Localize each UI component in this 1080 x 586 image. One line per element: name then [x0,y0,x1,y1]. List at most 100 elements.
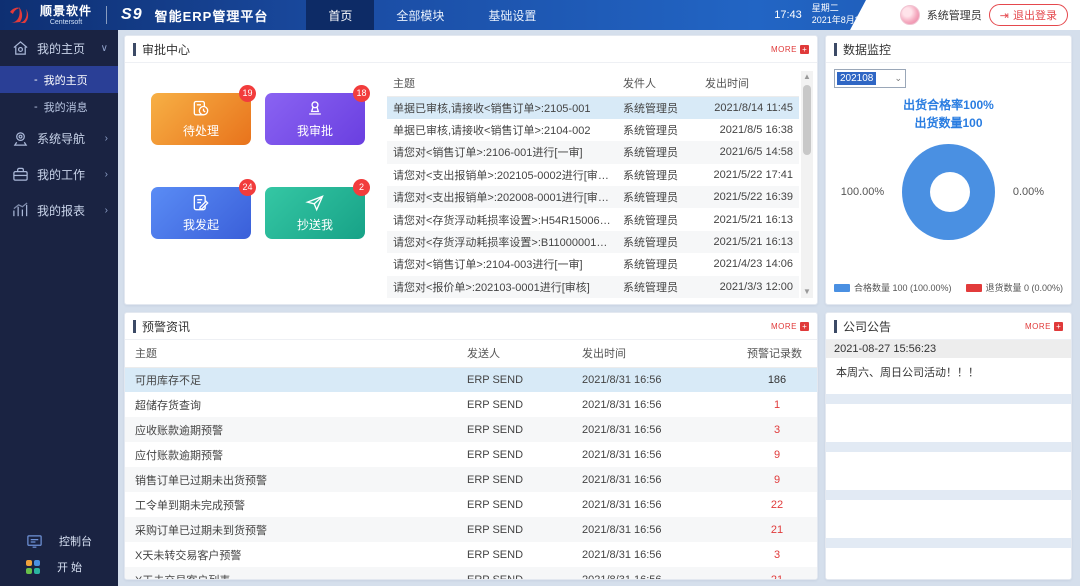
alert-row[interactable]: X天未交易客户列表 ERP SEND 2021/8/31 16:56 21 [125,567,817,579]
user-name: 系统管理员 [926,10,982,22]
approval-row[interactable]: 请您对<销售订单>:2106-001进行[一审] 系统管理员 2021/6/5 … [387,141,799,164]
product-name: 智能ERP管理平台 [154,8,269,24]
approval-row[interactable]: 请您对<销售订单>:2104-003进行[一审] 系统管理员 2021/4/23… [387,253,799,275]
return-qty-swatch [965,283,982,292]
approval-row[interactable]: 请您对<存货浮动耗损率设置>:B11000001进行[审核] 系统管理员 202… [387,230,799,254]
sidebar-subitem-my-home[interactable]: - 我的主页 [0,66,118,93]
more-icon: + [1054,321,1063,331]
period-select[interactable]: 202108 ⌄ [834,69,906,88]
scroll-up-icon[interactable]: ▲ [803,71,811,83]
scroll-thumb[interactable] [803,85,811,155]
return-qty-legend: 退货数量 0 (0.00%) [985,283,1064,293]
sidebar-subitem-my-messages[interactable]: - 我的消息 [0,93,118,120]
announcement-placeholder [826,490,1071,534]
console-icon [27,534,42,548]
sidebar: 我的主页 ∨ - 我的主页 - 我的消息 系统导航 › 我的工作 › 我的报表 … [0,30,118,586]
user-avatar[interactable] [899,5,920,25]
home-icon [13,40,28,55]
more-icon: + [800,44,809,54]
tile-cc-to-me[interactable]: 2 抄送我 [265,179,370,239]
approval-row[interactable]: 请您对<存货浮动耗损率设置>:H54R15006002进行[审核] 系统管理员 … [387,208,799,230]
alerts-table: 主题 发送人 发出时间 预警记录数 可用库存不足 ERP SEND 2021/8… [125,340,817,579]
approval-table-scrollbar[interactable]: ▲ ▼ [801,71,813,298]
phoenix-logo-icon [10,7,29,23]
pending-count-badge: 19 [239,85,256,102]
approval-more-button[interactable]: MORE + [771,44,809,54]
approval-center-panel: 审批中心 MORE + 19 待处理 18 我审批 24 我发起 2 抄送我 主… [124,35,818,305]
weekday: 星期二 [811,3,839,14]
app-header: 顺景软件 Centersoft S9 智能ERP管理平台 首页 全部模块 基础设… [0,0,1080,30]
approval-table-header: 主题 发件人 发出时间 [387,71,799,97]
tile-my-approvals[interactable]: 18 我审批 [265,85,370,145]
approval-row[interactable]: 单据已审核,请接收<销售订单>:2104-002 系统管理员 2021/8/5 … [387,119,799,141]
edit-doc-icon [193,194,209,211]
alert-row[interactable]: 应付账款逾期预警 ERP SEND 2021/8/31 16:56 9 [125,442,817,467]
more-icon: + [800,321,809,331]
report-icon [13,201,28,216]
cc-count-badge: 2 [353,179,370,196]
announcement-datetime: 2021-08-27 15:56:23 [826,340,1071,358]
title-accent-bar [834,319,837,333]
pass-rate-text: 出货合格率100% [903,98,994,112]
announcement-placeholder [826,538,1071,579]
clock: 17:43 [774,9,802,21]
nav-all-modules[interactable]: 全部模块 [374,0,466,30]
sidebar-item-my-reports[interactable]: 我的报表 › [0,192,118,228]
ship-qty-text: 出货数量100 [914,116,983,130]
brand-subname: Centersoft [49,18,83,26]
navigation-icon [13,131,28,146]
chevron-down-icon: ∨ [100,42,108,54]
data-monitor-panel: 数据监控 202108 ⌄ 出货合格率100% 出货数量100 100.00% … [825,35,1072,305]
approval-row[interactable]: 请您对<支出报销单>:202008-0001进行[审核] 系统管理员 2021/… [387,186,799,209]
alerts-panel: 预警资讯 MORE + 主题 发送人 发出时间 预警记录数 可用库存不足 ERP… [124,312,818,580]
alerts-more-button[interactable]: MORE + [771,321,809,331]
alert-row[interactable]: X天未转交易客户预警 ERP SEND 2021/8/31 16:56 3 [125,542,817,567]
approval-row[interactable]: 请您对<支出报销单>:202105-0002进行[审核] 系统管理员 2021/… [387,164,799,186]
title-accent-bar [133,42,136,56]
logo-divider [106,6,108,24]
chevron-right-icon: › [104,132,108,144]
announcement-item[interactable]: 2021-08-27 15:56:23 本周六、周日公司活动！！！ [826,340,1071,390]
pending-doc-icon [193,100,209,116]
approval-row[interactable]: 单据已审核,请接收<销售订单>:2105-001 系统管理员 2021/8/14… [387,96,799,119]
sidebar-item-system-nav[interactable]: 系统导航 › [0,120,118,156]
announcement-placeholder [826,394,1071,438]
alert-row[interactable]: 工令单到期未完成预警 ERP SEND 2021/8/31 16:56 22 [125,492,817,517]
nav-home[interactable]: 首页 [306,0,375,30]
start-button[interactable]: 开 始 [0,554,118,580]
donut-legend: 合格数量 100 (100.00%) 退货数量 0 (0.00%) [826,281,1071,294]
sidebar-item-my-work[interactable]: 我的工作 › [0,156,118,192]
alert-row[interactable]: 销售订单已过期未出货预警 ERP SEND 2021/8/31 16:56 9 [125,467,817,492]
alert-row[interactable]: 应收账款逾期预警 ERP SEND 2021/8/31 16:56 3 [125,417,817,442]
title-accent-bar [834,42,837,56]
logout-button[interactable]: ⇥ 退出登录 [988,4,1068,26]
alerts-table-header: 主题 发送人 发出时间 预警记录数 [125,340,817,368]
console-button[interactable]: 控制台 [0,528,118,554]
nav-basic-settings[interactable]: 基础设置 [466,0,558,30]
logout-icon: ⇥ [999,9,1009,22]
tile-pending[interactable]: 19 待处理 [151,85,256,145]
approval-center-title: 审批中心 [142,42,191,57]
chevron-down-icon: ⌄ [894,73,902,83]
start-icon [26,559,41,575]
initiated-count-badge: 24 [239,179,256,196]
announcements-panel: 公司公告 MORE + 2021-08-27 15:56:23 本周六、周日公司… [825,312,1072,580]
title-accent-bar [133,319,136,333]
announcements-more-button[interactable]: MORE + [1025,321,1063,331]
chevron-right-icon: › [104,168,108,180]
sidebar-item-my-home[interactable]: 我的主页 ∨ [0,30,118,66]
scroll-down-icon[interactable]: ▼ [803,286,811,298]
alert-row[interactable]: 采购订单已过期未到货预警 ERP SEND 2021/8/31 16:56 21 [125,517,817,542]
brand-logo: 顺景软件 Centersoft S9 智能ERP管理平台 [0,3,268,27]
data-monitor-title: 数据监控 [843,42,892,57]
approval-row[interactable]: 请您对<报价单>:202103-0001进行[审核] 系统管理员 2021/3/… [387,275,799,298]
announcements-title: 公司公告 [843,319,892,334]
alert-row[interactable]: 超储存货查询 ERP SEND 2021/8/31 16:56 1 [125,392,817,417]
alert-row[interactable]: 可用库存不足 ERP SEND 2021/8/31 16:56 186 [125,367,817,392]
stamp-icon [309,101,321,115]
alerts-title: 预警资讯 [142,319,191,334]
date: 2021年8月31日 [811,15,874,25]
tile-initiated-by-me[interactable]: 24 我发起 [151,179,256,239]
paper-plane-icon [305,195,324,212]
donut-chart [902,144,995,240]
